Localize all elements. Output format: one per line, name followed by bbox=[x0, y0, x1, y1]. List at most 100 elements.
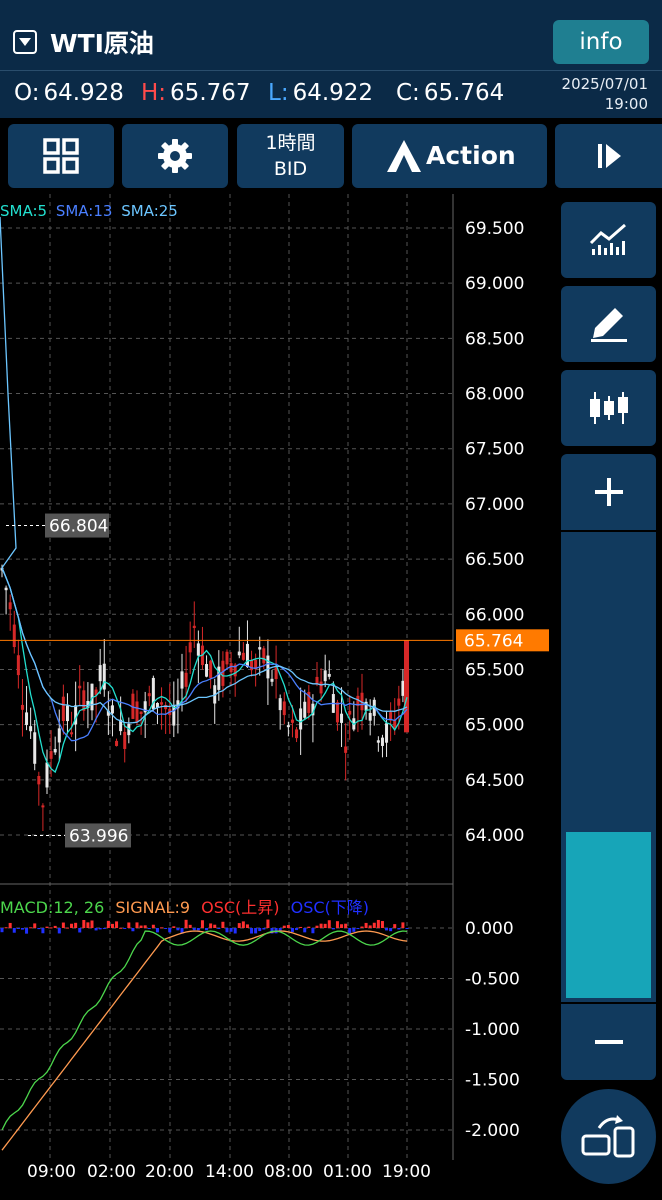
zoom-out-button[interactable] bbox=[561, 1004, 656, 1080]
sma-legend: SMA:5 SMA:13 SMA:25 bbox=[0, 202, 178, 220]
candle-body bbox=[41, 805, 45, 808]
time-text: 19:00 bbox=[604, 95, 648, 113]
osc-up-label: OSC(上昇) bbox=[201, 898, 280, 917]
settings-button[interactable] bbox=[122, 124, 228, 188]
candle-body bbox=[65, 705, 69, 722]
candle-body bbox=[286, 725, 290, 728]
chart-line-icon bbox=[589, 223, 626, 255]
info-button[interactable]: info bbox=[553, 20, 649, 64]
candle-body bbox=[37, 775, 41, 785]
price-tick-label: 64.500 bbox=[465, 771, 524, 791]
macd-histogram-bar bbox=[376, 919, 380, 928]
rotate-screen-icon bbox=[581, 1115, 635, 1158]
price-tick-label: 66.500 bbox=[465, 550, 524, 570]
candle-body bbox=[282, 701, 286, 716]
candle-body bbox=[380, 737, 384, 746]
candle-body bbox=[49, 751, 53, 759]
timeframe-button[interactable]: 1時間 BID bbox=[237, 124, 344, 188]
zoom-in-button[interactable] bbox=[561, 454, 656, 530]
macd-histogram-bar bbox=[282, 925, 286, 928]
candle-body bbox=[205, 664, 209, 677]
chart-type-button[interactable] bbox=[561, 370, 656, 446]
macd-histogram-bar bbox=[266, 919, 270, 928]
chart-area[interactable]: 69.500 69.000 68.500 68.000 67.500 67.000 66.5… bbox=[0, 194, 555, 1160]
macd-histogram-bar bbox=[389, 928, 393, 932]
candle-body bbox=[344, 746, 348, 753]
zoom-slider-fill[interactable] bbox=[566, 832, 651, 998]
candle-body bbox=[209, 660, 213, 678]
macd-histogram-bar bbox=[119, 927, 123, 929]
indicator-button[interactable] bbox=[561, 202, 656, 278]
close-key: C: bbox=[396, 80, 420, 106]
macd-histogram-bar bbox=[78, 928, 82, 933]
macd-histogram-bar bbox=[90, 920, 94, 928]
macd-histogram-bar bbox=[241, 921, 245, 928]
macd-line bbox=[1, 930, 408, 1131]
candle-body bbox=[319, 681, 323, 694]
rotate-button[interactable] bbox=[561, 1089, 656, 1184]
candle-body bbox=[184, 672, 188, 687]
time-label: 20:00 bbox=[145, 1162, 194, 1182]
price-tick-label: 67.500 bbox=[465, 440, 524, 460]
macd-histogram-bar bbox=[262, 928, 266, 930]
time-label: 02:00 bbox=[87, 1162, 136, 1182]
current-price-label: 65.764 bbox=[464, 631, 523, 651]
macd-histogram-bar bbox=[352, 928, 356, 932]
macd-histogram-bar bbox=[327, 920, 331, 928]
candle-body bbox=[45, 762, 49, 788]
macd-histogram-bar bbox=[127, 922, 131, 928]
macd-histogram-bar bbox=[209, 923, 213, 928]
macd-histogram-bar bbox=[147, 928, 151, 929]
candle-body bbox=[8, 602, 12, 610]
draw-button[interactable] bbox=[561, 286, 656, 362]
right-sidebar bbox=[555, 194, 662, 1200]
symbol-title[interactable]: WTI原油 bbox=[50, 24, 154, 60]
candle-body bbox=[303, 701, 307, 718]
sma13-label: SMA:13 bbox=[55, 202, 113, 220]
candle-body bbox=[368, 712, 372, 721]
time-axis: 09:00 02:00 20:00 14:00 08:00 01:00 19:0… bbox=[0, 1160, 555, 1200]
candle-body bbox=[278, 698, 282, 711]
open-key: O: bbox=[14, 80, 40, 106]
macd-histogram-bar bbox=[340, 924, 344, 928]
high-key: H: bbox=[141, 80, 167, 106]
minus-icon bbox=[594, 1040, 623, 1044]
open-val: 64.928 bbox=[43, 80, 124, 106]
candle-body bbox=[323, 670, 327, 682]
symbol-dropdown-icon[interactable] bbox=[13, 30, 37, 54]
macd-histogram-bar bbox=[110, 923, 114, 928]
zoom-slider[interactable] bbox=[561, 532, 656, 1002]
timeframe-label: 1時間 bbox=[265, 132, 316, 154]
time-label: 09:00 bbox=[27, 1162, 76, 1182]
candle-body bbox=[160, 702, 164, 705]
macd-histogram-bar bbox=[106, 920, 110, 928]
macd-histogram-bar bbox=[115, 921, 119, 928]
candle-body bbox=[29, 726, 33, 732]
play-button[interactable] bbox=[555, 124, 662, 188]
macd-histogram-bar bbox=[217, 928, 221, 929]
macd-histogram-bar bbox=[225, 928, 229, 933]
macd-tick-label: -0.500 bbox=[465, 970, 520, 990]
candle-body bbox=[20, 704, 24, 710]
high-val: 65.767 bbox=[170, 80, 251, 106]
macd-histogram-bar bbox=[74, 922, 78, 928]
macd-histogram-bar bbox=[41, 928, 45, 934]
macd-histogram-bar bbox=[57, 928, 61, 934]
price-chart[interactable]: 69.500 69.000 68.500 68.000 67.500 67.000 66.5… bbox=[0, 194, 555, 1160]
candle-body bbox=[110, 705, 114, 714]
close-val: 65.764 bbox=[423, 80, 505, 106]
macd-histogram-bar bbox=[393, 924, 397, 928]
macd-histogram-bar bbox=[385, 928, 389, 931]
candle-body bbox=[147, 693, 151, 697]
candle-body bbox=[250, 660, 254, 671]
macd-histogram-bar bbox=[184, 919, 188, 928]
macd-histogram-bar bbox=[61, 922, 65, 928]
candle-body bbox=[16, 655, 20, 676]
candle-body bbox=[123, 731, 127, 749]
macd-histogram-bar bbox=[53, 925, 57, 928]
macd-histogram-bar bbox=[164, 928, 168, 929]
macd-histogram-bar bbox=[344, 923, 348, 928]
macd-histogram-bar bbox=[372, 922, 376, 928]
action-button[interactable]: Action bbox=[352, 124, 547, 188]
layout-button[interactable] bbox=[8, 124, 114, 188]
